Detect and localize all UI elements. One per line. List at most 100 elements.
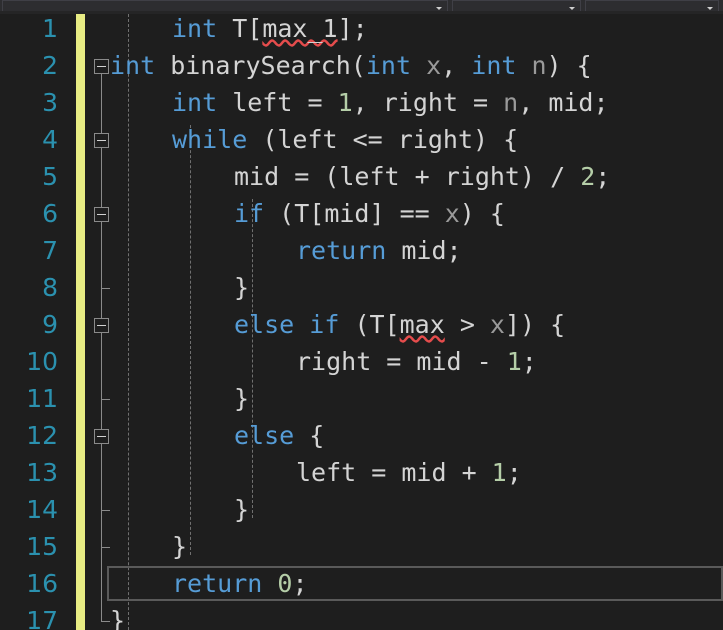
code-line[interactable]: 6 if (T[mid] == x) {: [0, 195, 723, 232]
code-token: n: [503, 88, 519, 117]
line-number: 1: [42, 14, 58, 43]
code-token: ;: [521, 347, 537, 376]
code-token: 1: [491, 458, 507, 487]
code-line-text[interactable]: right = mid - 1;: [296, 343, 537, 380]
project-scope-dropdown[interactable]: [2, 0, 448, 11]
chevron-down-icon: [707, 7, 713, 10]
line-number: 3: [42, 88, 58, 117]
code-token: left =: [217, 88, 338, 117]
line-number: 5: [42, 162, 58, 191]
code-line-text[interactable]: return 0;: [172, 565, 308, 602]
code-line[interactable]: 16 return 0;: [0, 565, 723, 602]
line-number: 4: [42, 125, 58, 154]
code-token: x: [426, 51, 442, 80]
code-line-text[interactable]: }: [172, 528, 187, 565]
code-line[interactable]: 13 left = mid + 1;: [0, 454, 723, 491]
member-scope-dropdown[interactable]: [585, 0, 719, 11]
code-line[interactable]: 7 return mid;: [0, 232, 723, 269]
code-line[interactable]: 14}: [0, 491, 723, 528]
code-token: int: [172, 88, 218, 117]
code-line-text[interactable]: if (T[mid] == x) {: [234, 195, 505, 232]
code-token: ]) {: [504, 310, 566, 339]
code-line-text[interactable]: else {: [234, 417, 324, 454]
code-line-text[interactable]: left = mid + 1;: [296, 454, 522, 491]
chevron-down-icon: [435, 7, 442, 10]
code-line[interactable]: 1 int T[max_1];: [0, 14, 723, 47]
code-token: 2: [580, 162, 596, 191]
code-token: 1: [337, 88, 353, 117]
code-token: ) {: [459, 199, 505, 228]
code-line-text[interactable]: }: [234, 491, 249, 528]
line-number: 10: [26, 347, 58, 376]
code-line[interactable]: 2 int binarySearch(int x, int n) {: [0, 47, 723, 84]
line-number: 7: [42, 236, 58, 265]
code-token: }: [234, 495, 250, 524]
code-line-text[interactable]: int binarySearch(int x, int n) {: [110, 47, 592, 84]
code-line[interactable]: 8}: [0, 269, 723, 306]
code-token: int: [110, 51, 156, 80]
code-line[interactable]: 12 else {: [0, 417, 723, 454]
navigation-breadcrumb-bar: [0, 0, 723, 11]
code-line[interactable]: 3 int left = 1, right = n, mid;: [0, 84, 723, 121]
code-token: mid = (left + right) /: [234, 162, 581, 191]
line-number: 15: [26, 532, 58, 561]
code-token: if: [234, 199, 265, 228]
code-line-text[interactable]: }: [234, 269, 249, 306]
code-token: 0: [277, 569, 293, 598]
code-token: int: [471, 51, 517, 80]
line-number: 12: [26, 421, 58, 450]
code-token: else: [234, 421, 295, 450]
code-line-text[interactable]: int left = 1, right = n, mid;: [172, 84, 609, 121]
code-token: int: [172, 14, 218, 43]
code-line[interactable]: 5 mid = (left + right) / 2;: [0, 158, 723, 195]
code-token: int: [365, 51, 412, 80]
error-token: max: [399, 310, 445, 339]
code-token: }: [234, 384, 250, 413]
code-token: T[: [232, 14, 263, 43]
code-token: else: [234, 310, 295, 339]
code-token: ;: [292, 569, 308, 598]
chevron-down-icon: [569, 7, 576, 10]
code-line[interactable]: 11}: [0, 380, 723, 417]
code-line[interactable]: 17}: [0, 602, 723, 630]
line-number: 14: [26, 495, 58, 524]
code-token: (T[: [339, 310, 400, 339]
code-token: }: [110, 606, 126, 630]
code-token: , right =: [352, 88, 504, 117]
code-token: 1: [506, 347, 522, 376]
code-line-text[interactable]: }: [234, 380, 249, 417]
code-line[interactable]: 9 else if (T[max > x]) {: [0, 306, 723, 343]
type-scope-dropdown[interactable]: [451, 0, 582, 11]
code-line[interactable]: 15}: [0, 528, 723, 565]
code-token: ];: [337, 14, 368, 43]
code-line[interactable]: 4 while (left <= right) {: [0, 121, 723, 158]
code-line-text[interactable]: return mid;: [296, 232, 462, 269]
code-token: ;: [595, 162, 611, 191]
code-token: return: [172, 569, 263, 598]
line-number: 16: [26, 569, 58, 598]
code-line-text[interactable]: else if (T[max > x]) {: [234, 306, 565, 343]
code-token: right = mid -: [296, 347, 507, 376]
code-line[interactable]: 10 right = mid - 1;: [0, 343, 723, 380]
line-number: 9: [42, 310, 58, 339]
line-number: 6: [42, 199, 58, 228]
line-number: 2: [42, 51, 58, 80]
code-token: binarySearch(: [155, 51, 366, 80]
code-line-text[interactable]: while (left <= right) {: [172, 121, 518, 158]
code-token: {: [294, 421, 325, 450]
code-line-text[interactable]: int T[max_1];: [172, 14, 368, 47]
code-token: while: [172, 125, 248, 154]
code-line-text[interactable]: mid = (left + right) / 2;: [234, 158, 610, 195]
code-token: >: [444, 310, 490, 339]
code-token: (left <= right) {: [247, 125, 519, 154]
code-token: }: [234, 273, 250, 302]
code-line-text[interactable]: }: [110, 602, 125, 630]
code-token: }: [172, 532, 188, 561]
code-editor-surface[interactable]: 1 int T[max_1]; 2 int binarySearch(int x, i…: [0, 14, 723, 630]
code-token: if: [309, 310, 340, 339]
